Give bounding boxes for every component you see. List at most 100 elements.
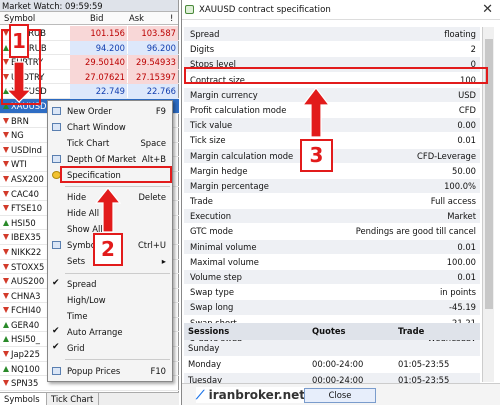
spec-key: Swap type xyxy=(190,287,234,298)
row-ask: 29.54933 xyxy=(128,55,178,70)
col-bid[interactable]: Bid xyxy=(90,12,103,25)
row-ask: 27.15397 xyxy=(128,69,178,85)
spec-row: Profit calculation mode CFD xyxy=(184,102,480,119)
annotation-number-3: 3 xyxy=(300,139,333,172)
menu-item-hide-all[interactable]: Hide All xyxy=(48,205,172,221)
row-symbol: STOXX5 xyxy=(11,261,45,272)
row-ask: 103.587 xyxy=(128,26,178,41)
sessions-col-quotes: Quotes xyxy=(312,326,346,336)
row-symbol: HSI50 xyxy=(11,217,36,228)
col-extra[interactable]: ! xyxy=(170,12,173,25)
spec-key: GTC mode xyxy=(190,226,234,237)
session-day: Sunday xyxy=(188,343,220,353)
spec-row: Digits 2 xyxy=(184,42,480,58)
spec-row: Swap long -45.19 xyxy=(184,300,480,316)
arrow-down-icon xyxy=(3,161,9,168)
arrow-down-icon xyxy=(3,205,9,212)
menu-item-time[interactable]: Time xyxy=(48,308,172,324)
row-symbol: CHNA3 xyxy=(11,290,41,301)
spec-value: 0.01 xyxy=(457,272,476,282)
menu-item-hide[interactable]: Hide Delete xyxy=(48,189,172,205)
spec-row: Execution Market xyxy=(184,209,480,225)
annotation-box-contract-size xyxy=(184,67,488,84)
arrow-down-icon xyxy=(3,132,9,139)
menu-item-label: Time xyxy=(67,311,88,321)
row-symbol: Jap225 xyxy=(11,349,40,360)
row-symbol: USDInd xyxy=(11,144,42,155)
row-bid: 94.200 xyxy=(70,40,127,56)
menu-item-label: Sets xyxy=(67,256,86,266)
menu-item-shortcut: Alt+B xyxy=(141,154,166,164)
spec-row: Margin percentage 100.0% xyxy=(184,178,480,195)
menu-item-shortcut: Ctrl+U xyxy=(137,240,166,250)
menu-item-popup-prices[interactable]: Popup Prices F10 xyxy=(48,363,172,379)
new-order-icon xyxy=(52,107,61,115)
brand-watermark: ⟋ iranbroker.net xyxy=(196,387,305,403)
arrow-down-icon xyxy=(3,175,9,182)
row-symbol: FCHI40 xyxy=(11,305,42,316)
sessions-col-trade: Trade xyxy=(398,326,425,336)
row-symbol: FTSE10 xyxy=(11,203,43,214)
menu-item-auto-arrange[interactable]: ✔ Auto Arrange xyxy=(48,324,172,340)
check-icon: ✔ xyxy=(52,278,60,288)
menu-item-chart-window[interactable]: Chart Window xyxy=(48,119,172,135)
arrow-down-icon xyxy=(3,248,9,255)
arrow-up-icon xyxy=(3,365,9,372)
session-day: Monday xyxy=(188,359,222,369)
spec-value: 50.00 xyxy=(452,165,476,176)
menu-item-label: Tick Chart xyxy=(67,138,110,148)
brand-logo-icon: ⟋ xyxy=(196,388,205,402)
arrow-up-icon xyxy=(3,336,9,343)
spec-key: Spread xyxy=(190,29,220,39)
menu-item-shortcut: F9 xyxy=(155,106,166,116)
row-symbol: BRN xyxy=(11,115,29,126)
spec-value: 100.0% xyxy=(444,180,476,191)
annotation-number-2: 2 xyxy=(93,233,123,266)
row-bid: 101.156 xyxy=(70,26,127,41)
spec-row: GTC mode Pendings are good till cancel xyxy=(184,224,480,240)
menu-separator xyxy=(65,186,170,187)
close-button[interactable]: Close xyxy=(304,388,376,403)
menu-item-new-order[interactable]: New Order F9 xyxy=(48,103,172,119)
menu-item-high-low[interactable]: High/Low xyxy=(48,292,172,308)
row-bid: 29.50140 xyxy=(70,55,127,70)
row-ask: 22.766 xyxy=(128,84,178,99)
row-symbol: GER40 xyxy=(11,319,40,330)
spec-row: Swap type in points xyxy=(184,285,480,301)
dialog-app-icon xyxy=(185,5,194,14)
row-symbol: NQ100 xyxy=(11,363,40,374)
close-icon[interactable]: ✕ xyxy=(482,0,493,20)
tab-tick-chart[interactable]: Tick Chart xyxy=(47,393,99,405)
col-ask[interactable]: Ask xyxy=(129,12,144,25)
spec-key: Margin hedge xyxy=(190,165,248,176)
arrow-up-icon xyxy=(3,219,9,226)
arrow-down-icon xyxy=(3,117,9,124)
menu-item-label: New Order xyxy=(67,106,112,116)
row-symbol: CAC40 xyxy=(11,188,39,199)
arrow-down-icon xyxy=(3,190,9,197)
menu-item-grid[interactable]: ✔ Grid xyxy=(48,340,172,356)
spec-row: Maximal volume 100.00 xyxy=(184,254,480,270)
session-quotes: 00:00-24:00 xyxy=(312,359,364,369)
session-trade: 01:05-23:55 xyxy=(398,359,450,369)
menu-item-tick-chart[interactable]: Tick Chart Space xyxy=(48,135,172,151)
spec-key: Swap long xyxy=(190,302,234,313)
arrow-down-icon xyxy=(3,234,9,241)
spec-key: Execution xyxy=(190,211,232,222)
tab-symbols[interactable]: Symbols xyxy=(0,393,47,405)
row-symbol: WTI xyxy=(11,159,27,170)
menu-item-label: Auto Arrange xyxy=(67,327,123,337)
row-symbol: SPN35 xyxy=(11,378,39,389)
menu-item-label: Popup Prices xyxy=(67,366,121,376)
chart-window-icon xyxy=(52,123,61,131)
session-row: Monday 00:00-24:00 01:05-23:55 xyxy=(184,357,480,372)
menu-item-shortcut: F10 xyxy=(150,366,166,376)
spec-row: Tick value 0.00 xyxy=(184,118,480,134)
row-symbol: HSI50_ xyxy=(11,334,40,345)
sessions-col-sessions: Sessions xyxy=(188,326,230,336)
menu-item-spread[interactable]: ✔ Spread xyxy=(48,276,172,292)
spec-value: CFD xyxy=(458,104,476,115)
menu-item-depth-of-market[interactable]: Depth Of Market Alt+B xyxy=(48,151,172,167)
row-symbol: NG xyxy=(11,130,24,141)
menu-item-shortcut: Delete xyxy=(138,192,166,202)
